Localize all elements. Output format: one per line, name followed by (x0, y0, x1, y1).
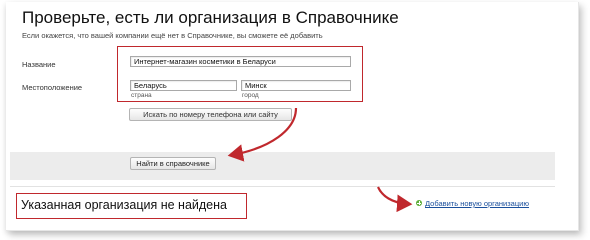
arrow-to-submit (227, 107, 298, 162)
annotation-arrows (227, 107, 413, 213)
arrow-to-add-link (376, 186, 413, 213)
